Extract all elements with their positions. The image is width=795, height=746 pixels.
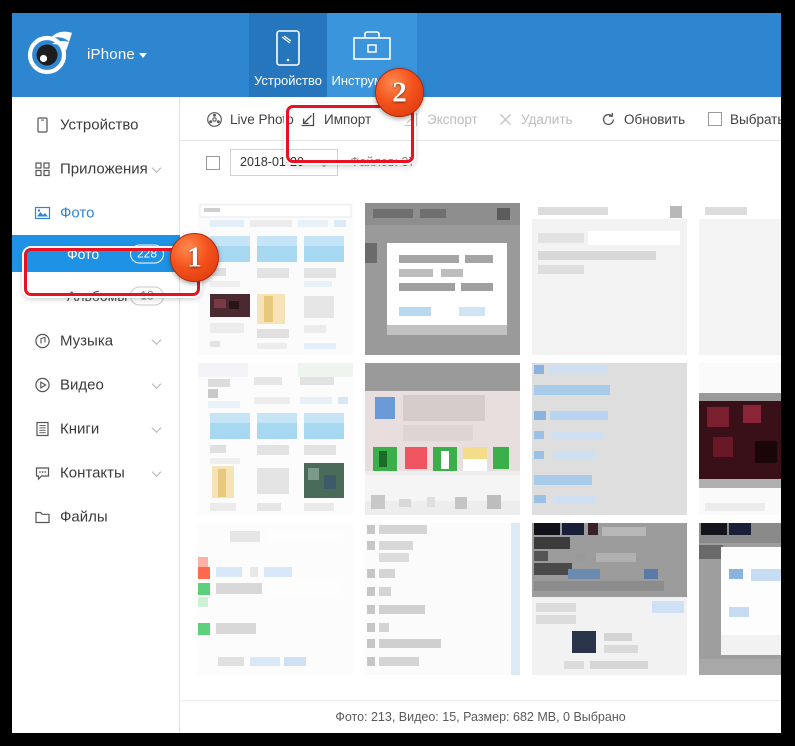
sidebar-subitem-albums-count: 18	[130, 286, 164, 305]
sidebar-item-photo[interactable]: Фото	[12, 191, 180, 235]
photo-thumbnail[interactable]	[532, 363, 687, 515]
message-bubble-icon	[34, 465, 51, 482]
photo-thumbnail[interactable]	[699, 523, 781, 675]
toolbar-delete-button[interactable]: Удалить	[497, 97, 573, 141]
status-bar: Фото: 213, Видео: 15, Размер: 682 МВ, 0 …	[180, 700, 781, 733]
chevron-down-icon	[152, 467, 162, 477]
book-icon	[34, 421, 51, 438]
toolbar-import-label: Импорт	[324, 112, 371, 127]
file-count-label: Файлов: 37	[350, 155, 415, 169]
sidebar-subitem-photos-label: Фото	[67, 246, 99, 262]
sidebar-item-apps[interactable]: Приложения	[12, 147, 180, 191]
photo-thumbnail[interactable]	[365, 363, 520, 515]
sidebar-item-apps-label: Приложения	[60, 161, 148, 178]
briefcase-icon	[351, 29, 393, 68]
caret-down-icon[interactable]	[139, 53, 147, 58]
sidebar: Устройство Приложения	[12, 97, 180, 733]
date-group-header: 2018-01-20 Файлов: 37	[180, 141, 781, 185]
sidebar-item-books[interactable]: Книги	[12, 407, 180, 451]
sidebar-subitem-photos-count: 228	[130, 244, 164, 263]
toolbar-export-button[interactable]: Экспорт	[403, 97, 478, 141]
sidebar-item-books-label: Книги	[60, 421, 99, 438]
toolbar-live-photo-button[interactable]: Live Photo	[206, 97, 294, 141]
tablet-icon	[274, 29, 302, 72]
checkbox-icon[interactable]	[708, 112, 722, 126]
sidebar-item-files[interactable]: Файлы	[12, 495, 180, 539]
import-arrow-icon	[300, 111, 317, 128]
chevron-down-icon	[152, 163, 162, 173]
toolbar: Live Photo Импорт Экспорт	[180, 97, 781, 141]
toolbar-select-all-button[interactable]: Выбрать все	[708, 97, 781, 141]
play-circle-icon	[34, 377, 51, 394]
date-dropdown-value: 2018-01-20	[240, 155, 304, 169]
toolbar-delete-label: Удалить	[521, 112, 573, 127]
chevron-down-icon	[152, 423, 162, 433]
status-bar-text: Фото: 213, Видео: 15, Размер: 682 МВ, 0 …	[180, 710, 781, 724]
photo-thumbnail[interactable]	[365, 523, 520, 675]
photo-icon	[34, 205, 51, 222]
chevron-down-icon	[152, 335, 162, 345]
photo-thumbnail[interactable]	[198, 203, 353, 355]
refresh-icon	[600, 111, 617, 128]
sidebar-item-device-label: Устройство	[60, 117, 138, 134]
export-arrow-icon	[403, 111, 420, 128]
sidebar-item-music-label: Музыка	[60, 333, 113, 350]
sidebar-subitem-photos[interactable]: Фото 228	[12, 235, 180, 272]
toolbar-export-label: Экспорт	[427, 112, 478, 127]
tab-tools[interactable]: Инструменты	[327, 13, 417, 97]
toolbar-import-button[interactable]: Импорт	[300, 97, 371, 141]
sidebar-item-video-label: Видео	[60, 377, 104, 394]
tab-tools-label: Инструменты	[327, 73, 417, 88]
sidebar-item-contacts[interactable]: Контакты	[12, 451, 180, 495]
photo-thumbnail[interactable]	[532, 523, 687, 675]
sidebar-item-device[interactable]: Устройство	[12, 103, 180, 147]
phone-icon	[34, 117, 51, 134]
toolbar-select-all-label: Выбрать все	[730, 112, 781, 127]
chevron-down-icon	[320, 159, 328, 167]
grid-apps-icon	[34, 161, 51, 178]
photo-thumbnail[interactable]	[699, 203, 781, 355]
photo-thumbnail[interactable]	[198, 363, 353, 515]
group-select-checkbox[interactable]	[206, 156, 220, 170]
close-x-icon	[497, 111, 514, 128]
sidebar-item-files-label: Файлы	[60, 509, 108, 526]
sidebar-item-music[interactable]: Музыка	[12, 319, 180, 363]
music-disc-icon	[34, 333, 51, 350]
date-dropdown[interactable]: 2018-01-20	[230, 149, 338, 176]
sidebar-item-photo-label: Фото	[60, 205, 94, 222]
sidebar-subitem-albums[interactable]: Альбомы 18	[12, 277, 180, 314]
photo-thumbnail[interactable]	[365, 203, 520, 355]
tab-device-label: Устройство	[249, 73, 327, 88]
toolbar-live-photo-label: Live Photo	[230, 112, 294, 127]
photo-thumbnail[interactable]	[198, 523, 353, 675]
film-reel-icon	[206, 111, 223, 128]
itools-comet-eye-logo	[25, 27, 83, 79]
app-window: iPhone Устройство Инструменты	[12, 13, 781, 733]
photo-grid	[180, 185, 781, 700]
photo-thumbnail[interactable]	[699, 363, 781, 515]
sidebar-subitem-albums-label: Альбомы	[67, 288, 127, 304]
sidebar-item-video[interactable]: Видео	[12, 363, 180, 407]
folder-icon	[34, 509, 51, 526]
device-name-label: iPhone	[87, 46, 135, 63]
photo-thumbnail[interactable]	[532, 203, 687, 355]
sidebar-item-contacts-label: Контакты	[60, 465, 125, 482]
tab-device[interactable]: Устройство	[249, 13, 327, 97]
toolbar-refresh-button[interactable]: Обновить	[600, 97, 685, 141]
app-header: iPhone Устройство Инструменты	[12, 13, 781, 97]
toolbar-refresh-label: Обновить	[624, 112, 685, 127]
chevron-down-icon	[152, 379, 162, 389]
